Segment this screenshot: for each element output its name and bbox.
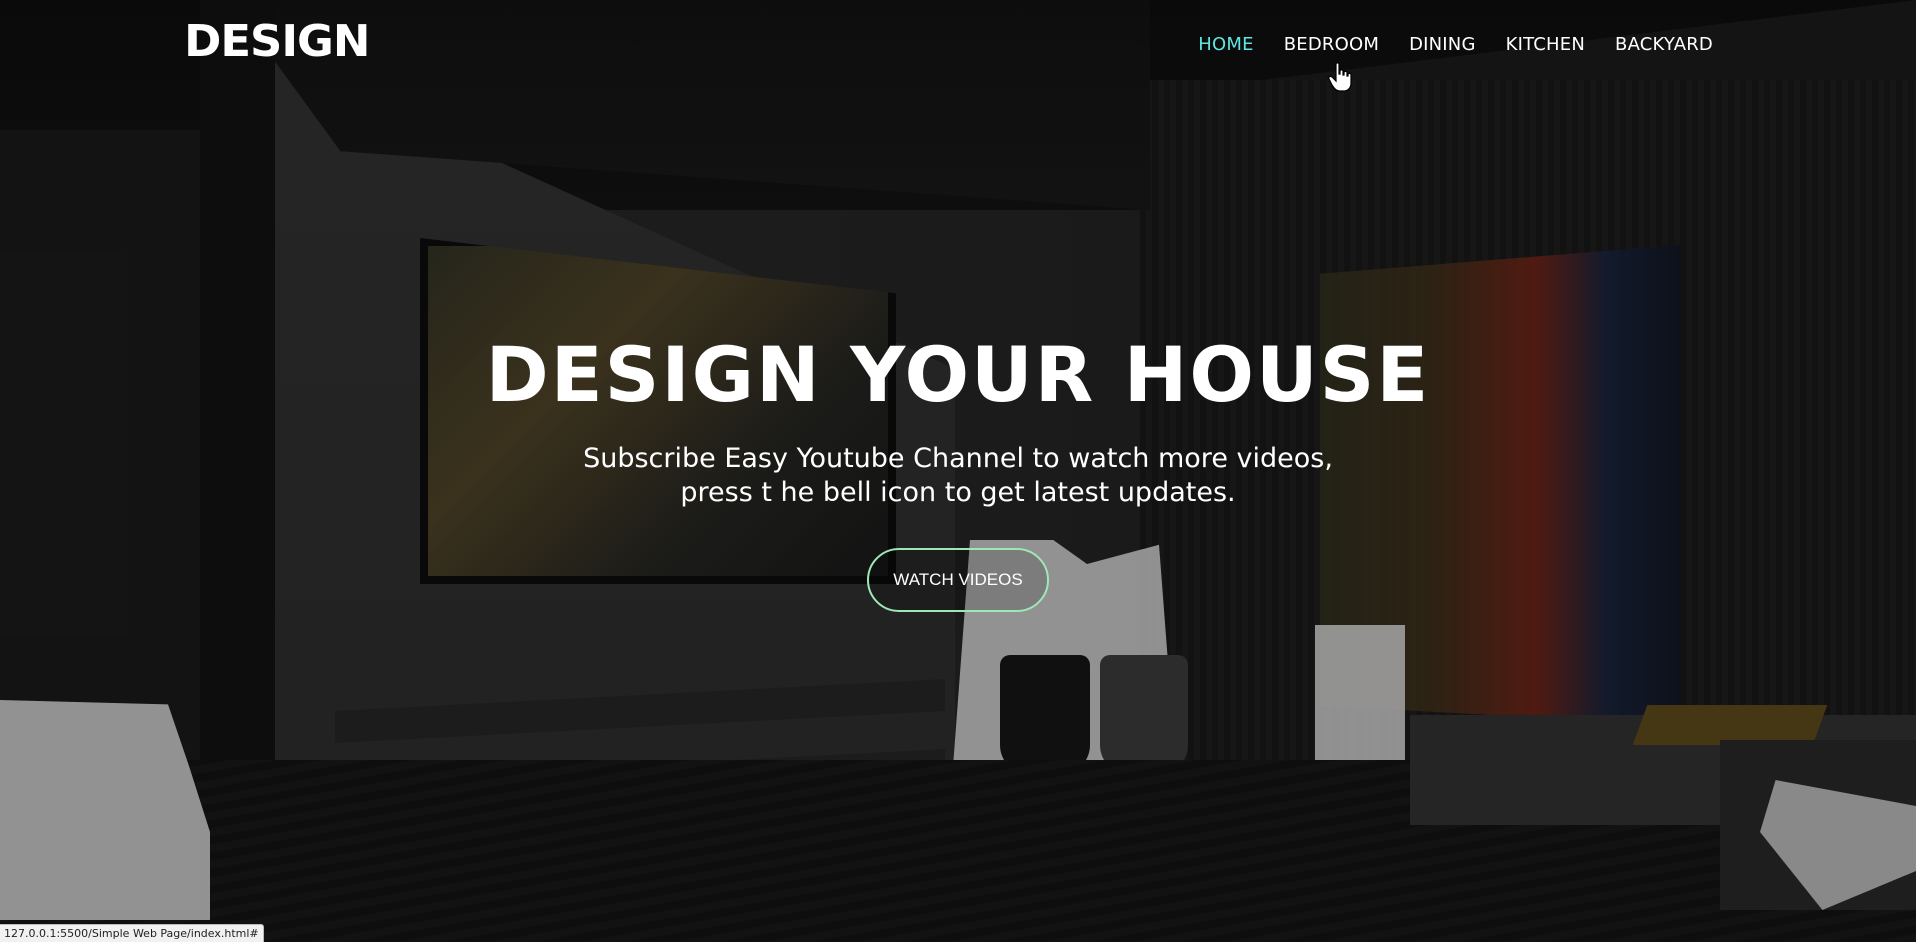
nav-item-bedroom[interactable]: BEDROOM: [1284, 34, 1379, 55]
hero-title: DESIGN YOUR HOUSE: [485, 330, 1431, 419]
page: DESIGN HOME BEDROOM DINING KITCHEN BACKY…: [0, 0, 1916, 942]
hero-subtitle: Subscribe Easy Youtube Channel to watch …: [548, 442, 1368, 510]
hero-subtitle-line: press t he bell icon to get latest updat…: [680, 477, 1236, 508]
hero-subtitle-line: Subscribe Easy Youtube Channel to watch …: [583, 443, 1333, 474]
watch-videos-button[interactable]: WATCH VIDEOS: [867, 548, 1049, 612]
nav-item-kitchen[interactable]: KITCHEN: [1506, 34, 1585, 55]
main-nav: HOME BEDROOM DINING KITCHEN BACKYARD: [1198, 34, 1713, 55]
nav-item-home[interactable]: HOME: [1198, 34, 1253, 55]
hand-pointer-icon: [1328, 62, 1352, 92]
nav-item-backyard[interactable]: BACKYARD: [1615, 34, 1713, 55]
status-bar-url: 127.0.0.1:5500/Simple Web Page/index.htm…: [0, 924, 264, 942]
nav-item-dining[interactable]: DINING: [1409, 34, 1476, 55]
hero-section: DESIGN YOUR HOUSE Subscribe Easy Youtube…: [0, 330, 1916, 612]
site-logo[interactable]: DESIGN: [184, 20, 370, 64]
